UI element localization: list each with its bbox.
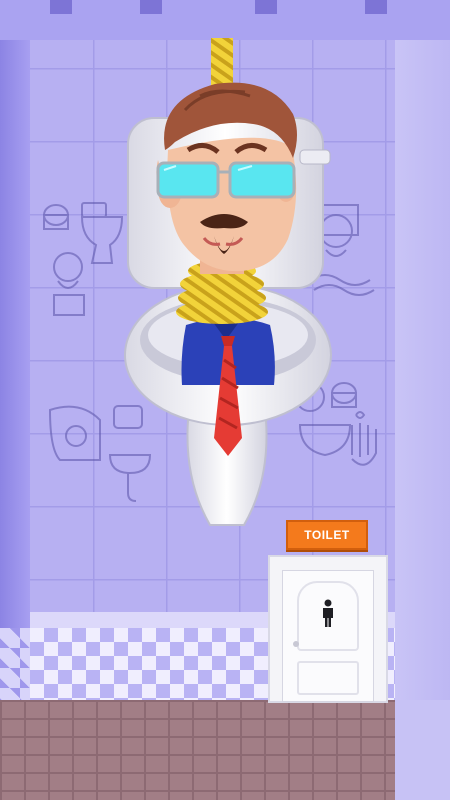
man-restroom-icon [323, 599, 333, 627]
door-knob[interactable] [293, 641, 299, 647]
toilet-sign: TOILET [286, 520, 368, 550]
game-scene: TOILET [0, 0, 450, 800]
door-lower-panel [297, 661, 359, 695]
door-upper-panel [297, 581, 359, 651]
restroom-door[interactable] [282, 570, 374, 702]
